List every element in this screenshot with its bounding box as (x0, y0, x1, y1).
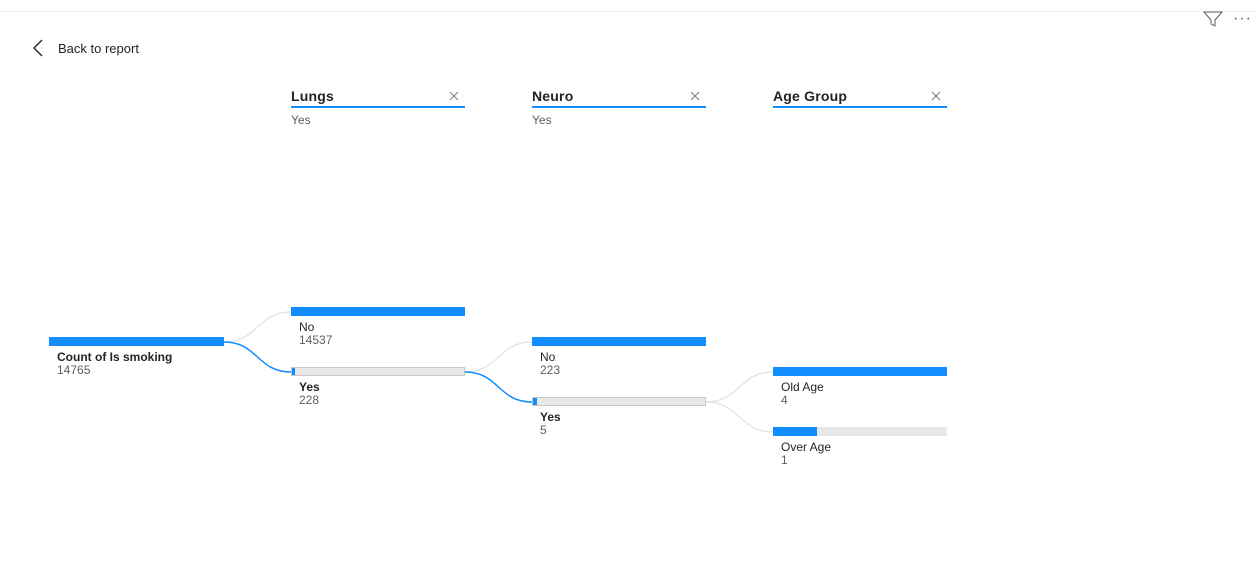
node-value: 5 (540, 423, 547, 437)
node-bar-fill (533, 398, 537, 405)
link-root-to-lungs-no (223, 311, 292, 343)
lungs-node-yes[interactable]: Yes 228 (291, 367, 465, 407)
neuro-node-yes[interactable]: Yes 5 (532, 397, 706, 437)
node-bar (49, 337, 224, 346)
tree-connectors (223, 311, 774, 433)
node-value: 1 (781, 453, 788, 467)
node-bar (532, 397, 706, 406)
node-value: 228 (299, 393, 320, 407)
node-label: No (540, 350, 556, 364)
node-bar-fill (49, 337, 224, 346)
node-label: Yes (299, 380, 320, 394)
age-node-old-age[interactable]: Old Age 4 (773, 367, 947, 407)
node-value: 223 (540, 363, 561, 377)
node-bar (291, 307, 465, 316)
neuro-node-no[interactable]: No 223 (532, 337, 706, 377)
node-value: 14537 (299, 333, 333, 347)
link-lungs-yes-to-neuro-yes (464, 371, 533, 403)
link-root-to-lungs-yes (223, 341, 292, 373)
node-bar-fill (292, 368, 295, 375)
node-bar-fill (773, 367, 947, 376)
root-node[interactable]: Count of Is smoking 14765 (49, 337, 224, 377)
lungs-node-no[interactable]: No 14537 (291, 307, 465, 347)
node-bar (773, 427, 947, 436)
node-label: Over Age (781, 440, 832, 454)
node-label: Old Age (781, 380, 824, 394)
node-label: Yes (540, 410, 561, 424)
node-bar (532, 337, 706, 346)
node-bar (291, 367, 465, 376)
node-value: 14765 (57, 363, 91, 377)
node-bar-fill (773, 427, 817, 436)
link-neuro-yes-to-old-age (705, 371, 774, 403)
age-node-over-age[interactable]: Over Age 1 (773, 427, 947, 467)
node-bar-fill (291, 307, 465, 316)
node-value: 4 (781, 393, 788, 407)
node-bar (773, 367, 947, 376)
link-neuro-yes-to-over-age (705, 401, 774, 433)
link-lungs-yes-to-neuro-no (464, 341, 533, 373)
node-bar-fill (532, 337, 706, 346)
